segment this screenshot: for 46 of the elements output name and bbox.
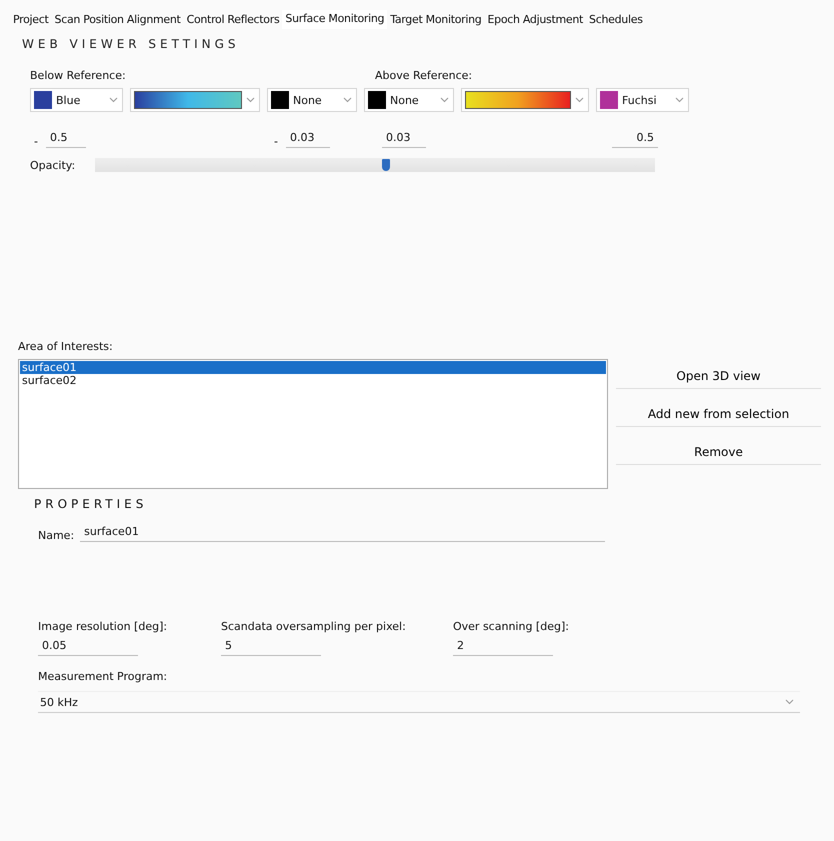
caret-icon bbox=[440, 97, 449, 103]
program-dropdown[interactable]: 50 kHz bbox=[38, 691, 800, 713]
threshold-field[interactable]: 0.03 bbox=[286, 131, 330, 148]
field-label: Image resolution [deg]: bbox=[38, 620, 168, 633]
caret-icon bbox=[575, 97, 584, 103]
field-label: Over scanning [deg]: bbox=[453, 620, 570, 633]
tab[interactable]: Target Monitoring bbox=[387, 10, 484, 29]
section-title: WEB VIEWER SETTINGS bbox=[21, 36, 241, 51]
tab[interactable]: Schedules bbox=[586, 10, 646, 29]
caret-icon bbox=[343, 97, 352, 103]
color-dropdown[interactable]: Fuchsi bbox=[596, 88, 689, 112]
tab[interactable]: Surface Monitoring bbox=[282, 10, 388, 29]
color-dropdown[interactable]: Blue bbox=[30, 88, 123, 112]
field-label: Area of Interests: bbox=[17, 339, 114, 355]
threshold-field[interactable]: 0.5 bbox=[46, 131, 86, 148]
caret-icon bbox=[785, 699, 794, 705]
gradient-dropdown[interactable] bbox=[130, 88, 260, 112]
list-item[interactable]: surface01 bbox=[20, 361, 606, 374]
input-field[interactable]: 5 bbox=[221, 639, 321, 656]
tab[interactable]: Project bbox=[10, 10, 52, 29]
tab[interactable]: Scan Position Alignment bbox=[52, 10, 184, 29]
field-label: Measurement Program: bbox=[37, 669, 168, 683]
field-label: Scandata oversampling per pixel: bbox=[221, 620, 407, 633]
field-label: Opacity: bbox=[30, 158, 76, 172]
caret-icon bbox=[246, 97, 255, 103]
field-label: Below Reference: bbox=[30, 69, 127, 82]
minus-sign: - bbox=[34, 135, 38, 148]
minus-sign: - bbox=[274, 135, 278, 148]
tab[interactable]: Control Reflectors bbox=[184, 10, 282, 29]
threshold-field[interactable]: 0.03 bbox=[382, 131, 426, 148]
field-label: Above Reference: bbox=[375, 69, 472, 82]
section-title: PROPERTIES bbox=[33, 496, 148, 511]
slider-thumb[interactable] bbox=[382, 159, 390, 171]
color-dropdown[interactable]: None bbox=[364, 88, 454, 112]
gradient-dropdown[interactable] bbox=[461, 88, 589, 112]
tab[interactable]: Epoch Adjustment bbox=[484, 10, 586, 29]
caret-icon bbox=[675, 97, 684, 103]
caret-icon bbox=[109, 97, 118, 103]
name-field[interactable]: surface01 bbox=[80, 525, 606, 542]
input-field[interactable]: 0.05 bbox=[38, 639, 138, 656]
opacity-slider[interactable] bbox=[95, 158, 656, 172]
threshold-field[interactable]: 0.5 bbox=[612, 131, 658, 148]
input-field[interactable]: 2 bbox=[453, 639, 553, 656]
color-dropdown[interactable]: None bbox=[267, 88, 357, 112]
field-label: Name: bbox=[38, 529, 74, 542]
list-item[interactable]: surface02 bbox=[20, 374, 606, 387]
